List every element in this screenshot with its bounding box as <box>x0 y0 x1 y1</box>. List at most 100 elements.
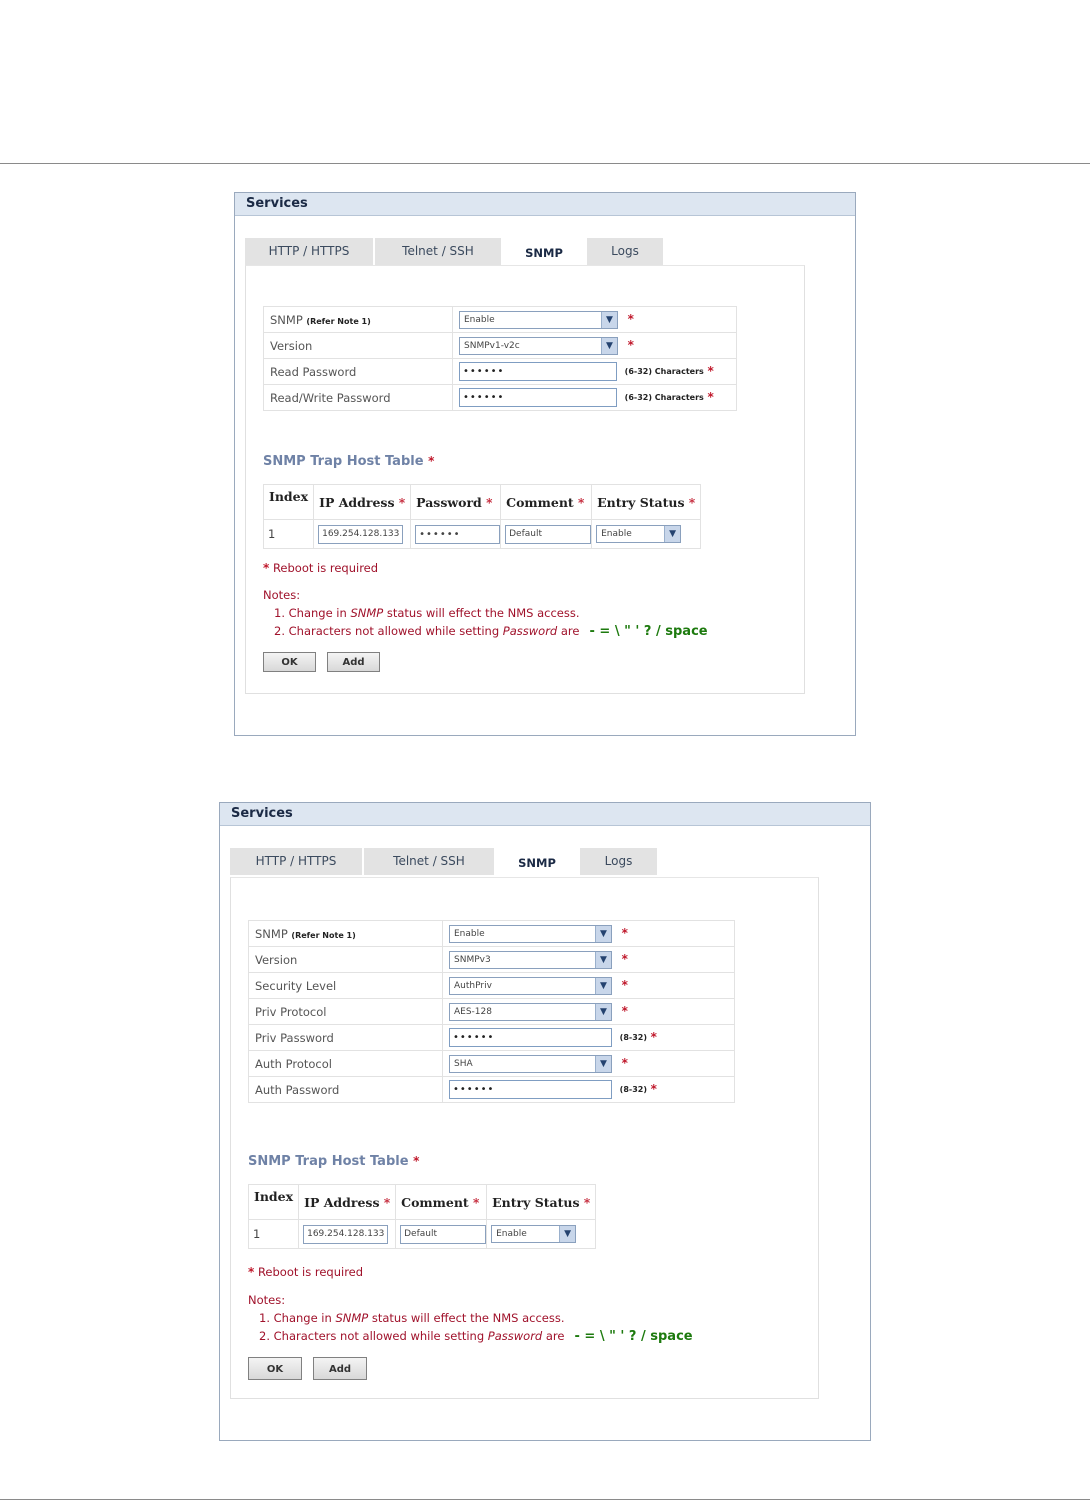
trap-host-table: Index IP Address * Password * Comment * … <box>262 484 702 549</box>
refer-note: (Refer Note 1) <box>291 930 356 940</box>
col-ip-address: IP Address * <box>313 484 412 520</box>
required-asterisk: * <box>578 495 585 510</box>
required-asterisk: * <box>263 561 270 575</box>
priv-protocol-row-control: AES-128 ▼ * <box>442 998 735 1025</box>
note-text: 1. Change in <box>274 606 351 620</box>
field-label: SNMP <box>270 312 303 327</box>
services-panel-v2c: Services HTTP / HTTPS Telnet / SSH SNMP … <box>234 192 856 736</box>
read-password-label: Read Password <box>263 358 453 385</box>
read-write-password-input[interactable]: •••••• <box>459 388 617 407</box>
tab-content: SNMP (Refer Note 1) Enable ▼ * Version SN… <box>230 877 819 1399</box>
ip-address-input[interactable]: 169.254.128.133 <box>318 524 404 544</box>
reboot-text: Reboot is required <box>272 561 379 575</box>
reboot-required-note: * Reboot is required <box>248 1265 363 1279</box>
col-comment: Comment * <box>500 484 593 520</box>
snmp-row-label: SNMP (Refer Note 1) <box>263 306 453 333</box>
select-value: Enable <box>496 1229 527 1239</box>
comment-input[interactable]: Default <box>505 524 592 544</box>
header-text: Entry Status <box>492 1194 580 1210</box>
col-comment: Comment * <box>395 1184 488 1220</box>
ip-address-input[interactable]: 169.254.128.133 <box>303 1224 389 1244</box>
required-asterisk: * <box>650 1030 657 1044</box>
ok-button[interactable]: OK <box>263 652 316 672</box>
required-asterisk: * <box>627 312 634 326</box>
auth-password-input[interactable]: •••••• <box>449 1080 612 1099</box>
read-password-input[interactable]: •••••• <box>459 362 617 381</box>
security-level-label: Security Level <box>248 972 443 999</box>
required-asterisk: * <box>383 1195 391 1210</box>
col-index: Index <box>247 1184 300 1220</box>
auth-protocol-row-control: SHA ▼ * <box>442 1050 735 1077</box>
priv-password-label: Priv Password <box>248 1024 443 1051</box>
notes-title: Notes: <box>263 588 301 602</box>
add-button[interactable]: Add <box>327 652 380 672</box>
ip-cell: 169.254.128.133 <box>313 519 412 549</box>
tab-snmp[interactable]: SNMP <box>496 848 578 875</box>
tab-http-https[interactable]: HTTP / HTTPS <box>230 848 362 875</box>
priv-password-input[interactable]: •••••• <box>449 1028 612 1047</box>
required-asterisk: * <box>707 390 714 404</box>
tab-logs[interactable]: Logs <box>580 848 657 875</box>
entry-status-select[interactable]: Enable ▼ <box>596 525 682 543</box>
auth-protocol-select[interactable]: SHA ▼ <box>449 1054 612 1073</box>
priv-protocol-select[interactable]: AES-128 ▼ <box>449 1002 612 1021</box>
ok-button[interactable]: OK <box>248 1357 302 1380</box>
comment-cell: Default <box>500 519 593 549</box>
entry-status-select[interactable]: Enable ▼ <box>491 1225 577 1243</box>
tab-telnet-ssh[interactable]: Telnet / SSH <box>375 238 501 265</box>
tab-http-https[interactable]: HTTP / HTTPS <box>245 238 373 265</box>
col-entry-status: Entry Status * <box>486 1184 597 1220</box>
select-value: Enable <box>464 314 495 325</box>
comment-cell: Default <box>395 1219 488 1249</box>
priv-protocol-label: Priv Protocol <box>248 998 443 1025</box>
required-asterisk: * <box>473 1195 480 1210</box>
comment-input[interactable]: Default <box>400 1224 487 1244</box>
select-value: AuthPriv <box>454 980 492 991</box>
notes-title: Notes: <box>248 1293 286 1307</box>
required-asterisk: * <box>627 338 634 352</box>
add-button[interactable]: Add <box>313 1357 367 1380</box>
select-value: SNMPv1-v2c <box>464 340 520 351</box>
chevron-down-icon: ▼ <box>595 1055 611 1072</box>
version-select[interactable]: SNMPv1-v2c ▼ <box>459 336 618 355</box>
status-cell: Enable ▼ <box>591 519 702 549</box>
col-entry-status: Entry Status * <box>591 484 702 520</box>
tab-logs[interactable]: Logs <box>587 238 663 265</box>
snmp-settings-table: SNMP (Refer Note 1) Enable ▼ * Version SN… <box>263 306 737 411</box>
note-2: 2. Characters not allowed while setting … <box>263 622 708 641</box>
snmp-status-select[interactable]: Enable ▼ <box>449 924 612 943</box>
priv-password-row-control: •••••• (8-32) * <box>442 1024 735 1051</box>
security-level-select[interactable]: AuthPriv ▼ <box>449 976 612 995</box>
snmp-status-select[interactable]: Enable ▼ <box>459 310 618 329</box>
trap-host-table-title: SNMP Trap Host Table * <box>263 454 434 469</box>
snmp-row-label: SNMP (Refer Note 1) <box>248 920 443 947</box>
version-select[interactable]: SNMPv3 ▼ <box>449 950 612 969</box>
select-value: Enable <box>454 928 485 939</box>
select-value: Enable <box>601 529 632 539</box>
length-hint: (6-32) Characters <box>624 367 704 376</box>
table-row: 1 169.254.128.133 •••••• Default Enable ▼ <box>262 519 702 549</box>
field-label: SNMP <box>255 926 288 941</box>
ip-cell: 169.254.128.133 <box>298 1219 397 1249</box>
header-text: IP Address <box>304 1194 380 1210</box>
tab-snmp[interactable]: SNMP <box>503 238 585 265</box>
col-index: Index <box>262 484 315 520</box>
trap-host-table: Index IP Address * Comment * Entry Statu… <box>247 1184 597 1249</box>
tab-telnet-ssh[interactable]: Telnet / SSH <box>364 848 494 875</box>
services-panel-v3: Services HTTP / HTTPS Telnet / SSH SNMP … <box>219 802 871 1441</box>
note-text: status will effect the NMS access. <box>383 606 580 620</box>
password-cell: •••••• <box>410 519 502 549</box>
disallowed-characters: - = \ " ' ? / space <box>589 624 708 639</box>
required-asterisk: * <box>688 495 696 510</box>
section-title-text: SNMP Trap Host Table <box>263 454 424 469</box>
auth-password-label: Auth Password <box>248 1076 443 1103</box>
table-header-row: Index IP Address * Password * Comment * … <box>262 484 702 520</box>
required-asterisk: * <box>486 495 493 510</box>
trap-password-input[interactable]: •••••• <box>415 524 501 544</box>
note-emphasis: Password <box>502 624 558 638</box>
select-value: SHA <box>454 1058 473 1069</box>
version-row-control: SNMPv3 ▼ * <box>442 946 735 973</box>
header-text: Entry Status <box>597 494 685 510</box>
col-password: Password * <box>410 484 502 520</box>
panel-title: Services <box>220 803 870 826</box>
